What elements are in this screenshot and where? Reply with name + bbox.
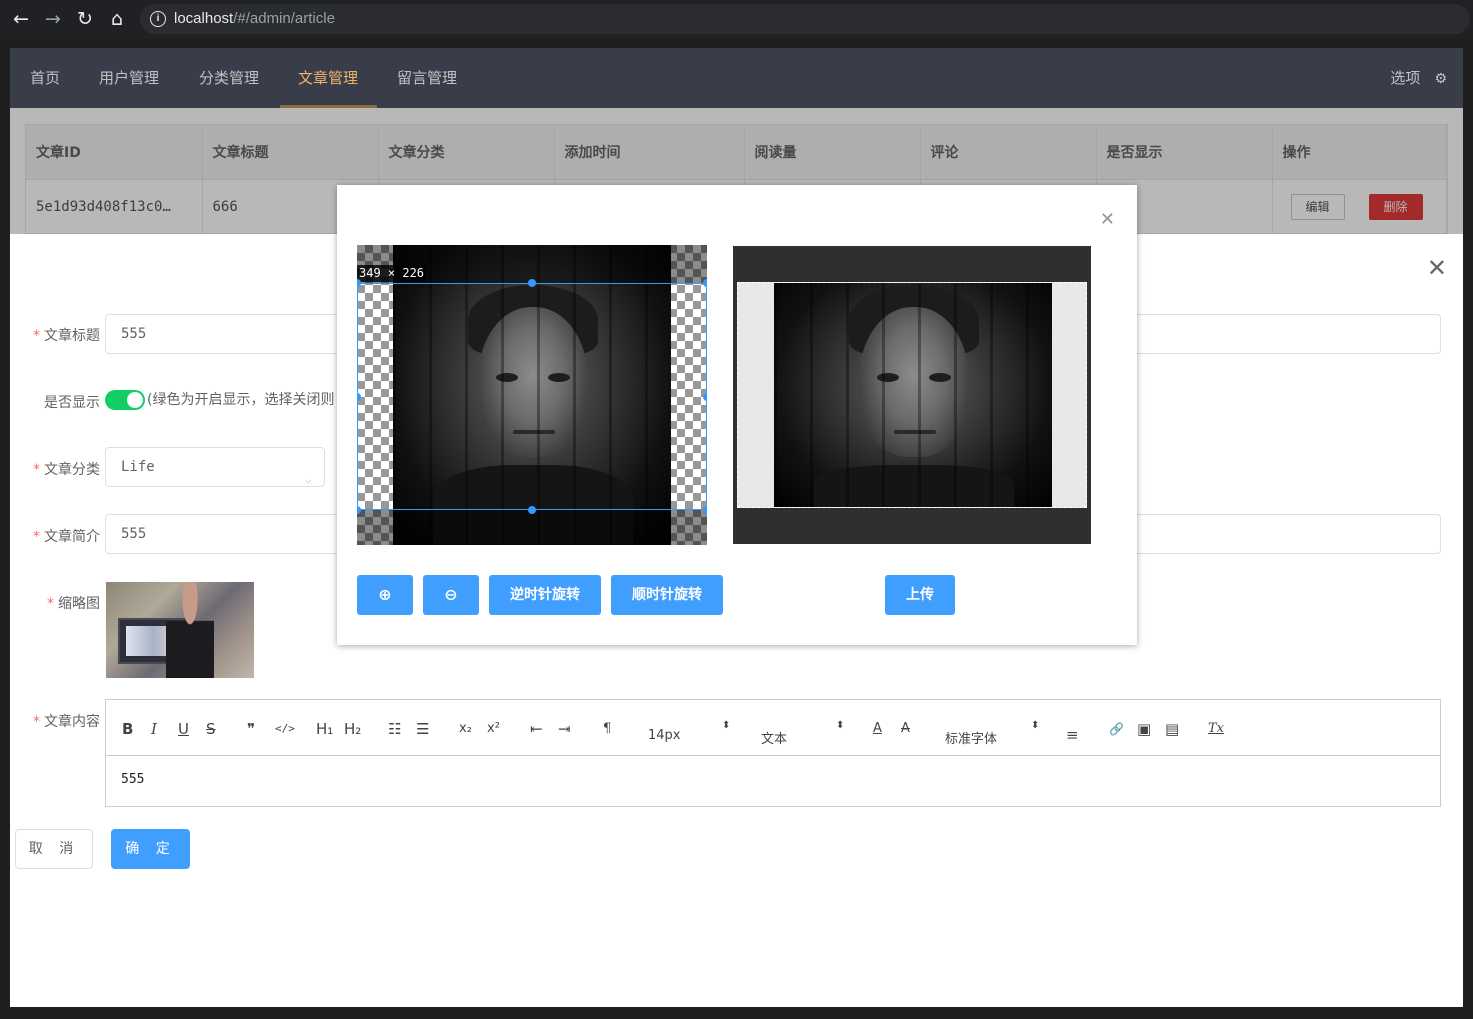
text-color-icon[interactable]: A	[873, 720, 882, 738]
crop-handle[interactable]	[528, 279, 536, 287]
crop-preview	[733, 246, 1091, 544]
cancel-button[interactable]: 取 消	[15, 829, 93, 869]
nav-item-messages[interactable]: 留言管理	[397, 48, 457, 108]
link-icon[interactable]: 🔗	[1109, 720, 1124, 738]
zoom-out-button[interactable]: ⊖	[423, 575, 479, 615]
italic-icon[interactable]: I	[151, 720, 157, 738]
crop-canvas[interactable]: 349 × 226	[357, 245, 707, 545]
rotate-right-button[interactable]: 顺时针旋转	[611, 575, 723, 615]
font-size-select[interactable]: 14px	[648, 728, 681, 743]
thumb-label: * 缩略图	[47, 596, 100, 612]
settings-label: 选项	[1390, 69, 1421, 87]
header-select[interactable]: 文本	[761, 728, 787, 747]
nav-item-articles[interactable]: 文章管理	[298, 48, 358, 108]
image-icon[interactable]: ▣	[1137, 720, 1151, 738]
close-icon[interactable]: ✕	[1100, 211, 1115, 229]
subscript-icon[interactable]: x₂	[459, 720, 472, 738]
font-family-caret-icon: ⬍	[1031, 720, 1040, 731]
editor-content[interactable]: 555	[121, 772, 144, 787]
nav-item-categories[interactable]: 分类管理	[199, 48, 259, 108]
clear-format-icon[interactable]: Tx	[1208, 720, 1224, 738]
crop-handle[interactable]	[703, 279, 707, 287]
header-caret-icon: ⬍	[836, 720, 845, 731]
bullet-list-icon[interactable]: ☰	[416, 720, 429, 738]
show-toggle[interactable]	[105, 390, 145, 410]
crop-selection-box[interactable]	[357, 283, 707, 510]
address-bar[interactable]: i localhost/#/admin/article	[140, 4, 1470, 34]
required-mark: *	[33, 328, 40, 344]
video-icon[interactable]: ▤	[1165, 720, 1179, 738]
nav-item-users[interactable]: 用户管理	[99, 48, 159, 108]
code-icon[interactable]: </>	[275, 720, 295, 738]
category-value: Life	[121, 459, 155, 475]
url-path: /#/admin/article	[233, 10, 335, 27]
show-label: 是否显示	[44, 395, 100, 411]
zoom-in-icon: ⊕	[378, 585, 392, 604]
outdent-icon[interactable]: ⇤	[530, 720, 543, 738]
zoom-out-icon: ⊖	[444, 585, 458, 604]
site-info-icon[interactable]: i	[150, 11, 166, 27]
background-color-icon[interactable]: A	[901, 720, 910, 738]
reload-icon[interactable]: ↻	[74, 8, 96, 30]
back-icon[interactable]: ←	[10, 8, 32, 30]
zoom-in-button[interactable]: ⊕	[357, 575, 413, 615]
nav-item-home[interactable]: 首页	[30, 48, 60, 108]
rich-text-editor: B I U S ❞ </> H₁ H₂ ☷ ☰ x₂ x² ⇤ ⇥ ¶ 14px…	[105, 699, 1441, 807]
confirm-button[interactable]: 确 定	[111, 829, 190, 869]
show-hint: (绿色为开启显示，选择关闭则	[147, 392, 335, 408]
intro-label: * 文章简介	[33, 529, 100, 545]
forward-icon[interactable]: →	[42, 8, 64, 30]
gear-icon: ⚙	[1434, 71, 1447, 87]
bold-icon[interactable]: B	[122, 720, 133, 738]
indent-icon[interactable]: ⇥	[558, 720, 571, 738]
thumbnail-image[interactable]	[106, 582, 254, 678]
h1-icon[interactable]: H₁	[316, 720, 333, 738]
chevron-down-icon: ⌵	[304, 472, 312, 486]
browser-toolbar: ← → ↻ ⌂ i localhost/#/admin/article	[0, 0, 1473, 38]
upload-button[interactable]: 上传	[885, 575, 955, 615]
strike-icon[interactable]: S	[206, 720, 216, 738]
editor-toolbar: B I U S ❞ </> H₁ H₂ ☷ ☰ x₂ x² ⇤ ⇥ ¶ 14px…	[106, 700, 1440, 756]
preview-photo	[774, 283, 1052, 507]
window-bottom-edge	[0, 1007, 1473, 1019]
admin-top-nav: 首页 用户管理 分类管理 文章管理 留言管理 选项 ⚙	[10, 48, 1463, 108]
font-size-caret-icon: ⬍	[722, 720, 731, 731]
quote-icon[interactable]: ❞	[247, 720, 255, 738]
home-icon[interactable]: ⌂	[106, 8, 128, 30]
settings-menu[interactable]: 选项 ⚙	[1390, 48, 1447, 108]
url-host: localhost	[174, 10, 234, 27]
content-label: * 文章内容	[33, 714, 100, 730]
image-cropper-dialog: ✕ 349 × 226 ⊕ ⊖ 逆时针旋转 顺时针旋转 上传	[337, 185, 1137, 645]
category-label: * 文章分类	[33, 462, 100, 478]
superscript-icon[interactable]: x²	[487, 720, 500, 738]
category-select[interactable]: Life ⌵	[105, 447, 325, 487]
h2-icon[interactable]: H₂	[344, 720, 361, 738]
crop-handle[interactable]	[703, 393, 707, 401]
title-label: * 文章标题	[33, 328, 100, 344]
rotate-left-button[interactable]: 逆时针旋转	[489, 575, 601, 615]
text-direction-icon[interactable]: ¶	[603, 720, 611, 738]
crop-handle[interactable]	[528, 506, 536, 514]
close-icon[interactable]: ✕	[1427, 256, 1447, 280]
underline-icon[interactable]: U	[178, 720, 189, 738]
align-icon[interactable]: ≡	[1066, 726, 1079, 744]
ordered-list-icon[interactable]: ☷	[388, 720, 401, 738]
crop-size-readout: 349 × 226	[357, 265, 427, 282]
crop-handle[interactable]	[703, 506, 707, 514]
font-family-select[interactable]: 标准字体	[945, 728, 997, 747]
